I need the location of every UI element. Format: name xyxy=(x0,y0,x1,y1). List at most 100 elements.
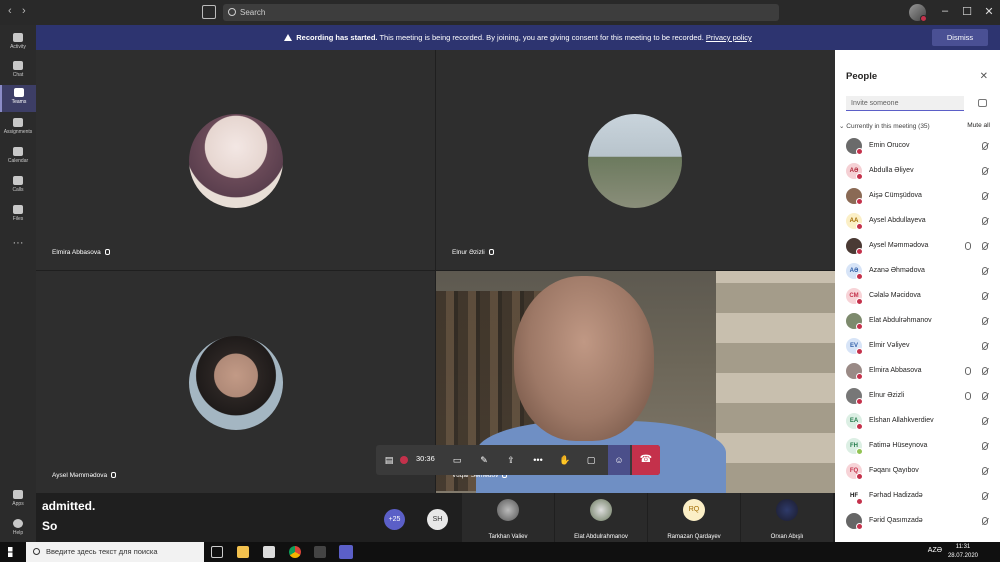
rail-item-files[interactable]: Files xyxy=(0,202,36,229)
pin-icon[interactable] xyxy=(965,392,971,400)
participant-row[interactable]: HF Fərhad Hadizadə xyxy=(835,484,1000,509)
camera-off-button[interactable]: ▭ xyxy=(450,453,464,467)
teams-taskbar-icon[interactable] xyxy=(339,545,353,559)
mic-muted-icon[interactable] xyxy=(982,267,988,275)
mic-muted-icon[interactable] xyxy=(982,392,988,400)
clock[interactable]: 11:31 28.07.2020 xyxy=(948,543,978,561)
strip-participant[interactable]: RQ Ramazan Qardayev xyxy=(648,493,740,542)
strip-participant[interactable]: Orxan Abışlı xyxy=(741,493,833,542)
strip-participant[interactable]: Elat Abdulrahmanov xyxy=(555,493,647,542)
mute-all-button[interactable]: Mute all xyxy=(967,122,990,129)
dismiss-button[interactable]: Dismiss xyxy=(932,29,988,46)
live-caption: admitted. So xyxy=(42,496,95,536)
participant-initials-badge[interactable]: SH xyxy=(427,509,448,530)
rail-item-calls[interactable]: Calls xyxy=(0,173,36,200)
mic-muted-icon[interactable] xyxy=(982,417,988,425)
invite-input[interactable]: Invite someone xyxy=(846,96,964,111)
taskbar-search[interactable]: Введите здесь текст для поиска xyxy=(26,542,204,562)
pin-icon[interactable] xyxy=(965,367,971,375)
mic-muted-icon[interactable] xyxy=(982,142,988,150)
share-invite-icon[interactable] xyxy=(978,99,987,107)
mic-muted-icon[interactable] xyxy=(982,317,988,325)
rail-item-calendar[interactable]: Calendar xyxy=(0,144,36,171)
search-placeholder: Search xyxy=(240,8,266,17)
store-icon[interactable] xyxy=(263,546,275,558)
compose-icon[interactable] xyxy=(202,5,216,19)
mic-muted-icon[interactable] xyxy=(982,217,988,225)
search-input[interactable]: Search xyxy=(223,4,779,21)
more-apps-icon[interactable]: ··· xyxy=(0,233,36,260)
participant-row[interactable]: Aişə Cümşüdova xyxy=(835,184,1000,209)
chat-button[interactable]: ▢ xyxy=(584,453,598,467)
captions-icon[interactable]: ▤ xyxy=(382,453,396,467)
mic-muted-icon[interactable] xyxy=(982,442,988,450)
raise-hand-button[interactable]: ✋ xyxy=(558,453,572,467)
participant-row[interactable]: Aysel Məmmədova xyxy=(835,234,1000,259)
avatar: AƏ xyxy=(846,163,863,180)
participant-row[interactable]: FQ Fəqanı Qayıbov xyxy=(835,459,1000,484)
minimize-button[interactable]: – xyxy=(938,5,952,17)
participant-row[interactable]: AƏ Abdulla Əliyev xyxy=(835,159,1000,184)
hang-up-button[interactable]: ☎ xyxy=(632,445,660,475)
back-icon[interactable]: ‹ xyxy=(8,5,12,17)
app-icon[interactable] xyxy=(314,546,326,558)
participant-row[interactable]: EA Elshan Allahkverdiev xyxy=(835,409,1000,434)
mic-muted-icon[interactable] xyxy=(982,192,988,200)
participant-row[interactable]: FH Fatimə Hüseynova xyxy=(835,434,1000,459)
maximize-button[interactable]: ☐ xyxy=(960,5,974,18)
more-actions-button[interactable]: ••• xyxy=(531,453,545,467)
participant-row[interactable]: EV Elmir Vəliyev xyxy=(835,334,1000,359)
mic-muted-icon[interactable] xyxy=(982,467,988,475)
participant-row[interactable]: Elmira Abbasova xyxy=(835,359,1000,384)
participant-name: Azanə Əhmədova xyxy=(869,267,925,274)
participant-row[interactable]: Elnur Əzizli xyxy=(835,384,1000,409)
participant-row[interactable]: AƏ Azanə Əhmədova xyxy=(835,259,1000,284)
participant-row[interactable]: Fərid Qasımzadə xyxy=(835,509,1000,534)
close-icon[interactable]: ✕ xyxy=(980,71,988,82)
forward-icon[interactable]: › xyxy=(22,5,26,17)
language-indicator[interactable]: AZƏ xyxy=(928,547,942,554)
mic-muted-icon[interactable] xyxy=(982,242,988,250)
mic-muted-icon[interactable] xyxy=(982,167,988,175)
overflow-participants-badge[interactable]: +25 xyxy=(384,509,405,530)
chrome-icon[interactable] xyxy=(289,546,301,558)
mic-muted-icon[interactable] xyxy=(982,292,988,300)
rail-item-teams[interactable]: Teams xyxy=(0,85,36,112)
mic-muted-icon[interactable] xyxy=(982,517,988,525)
recording-banner: Recording has started. This meeting is b… xyxy=(36,25,1000,50)
rail-item-help[interactable]: Help xyxy=(0,516,36,543)
participant-row[interactable]: Elat Abdulrəhmanov xyxy=(835,309,1000,334)
mic-muted-icon[interactable] xyxy=(982,367,988,375)
rail-item-apps[interactable]: Apps xyxy=(0,487,36,514)
strip-participant[interactable]: Tarkhan Valiev xyxy=(462,493,554,542)
rail-item-activity[interactable]: Activity xyxy=(0,30,36,57)
start-icon[interactable] xyxy=(8,547,13,557)
banner-text: This meeting is being recorded. By joini… xyxy=(377,33,704,42)
rail-item-chat[interactable]: Chat xyxy=(0,58,36,85)
video-tile[interactable]: Elmira Abbasova xyxy=(36,50,435,270)
avatar[interactable] xyxy=(909,4,927,22)
task-view-icon[interactable] xyxy=(211,546,223,558)
privacy-policy-link[interactable]: Privacy policy xyxy=(706,33,752,42)
pin-icon[interactable] xyxy=(965,242,971,250)
mute-button[interactable]: ✎ xyxy=(477,453,491,467)
participant-name: Elat Abdulrəhmanov xyxy=(869,317,932,324)
participant-name: Fəqanı Qayıbov xyxy=(869,467,919,474)
participants-section-header[interactable]: ⌄ Currently in this meeting (35) xyxy=(839,122,930,130)
file-explorer-icon[interactable] xyxy=(237,546,249,558)
phone-icon xyxy=(13,176,23,185)
rail-item-assignments[interactable]: Assignments xyxy=(0,115,36,142)
share-screen-button[interactable]: ⇪ xyxy=(504,453,518,467)
show-participants-button[interactable]: ☺ xyxy=(608,445,630,475)
mic-muted-icon[interactable] xyxy=(982,342,988,350)
participant-row[interactable]: AA Aysel Abdullayeva xyxy=(835,209,1000,234)
video-tile[interactable]: Elnur Əzizli xyxy=(436,50,835,270)
participant-name: Elshan Allahkverdiev xyxy=(869,417,934,424)
avatar xyxy=(189,114,283,208)
participant-row[interactable]: Emin Orucov xyxy=(835,134,1000,159)
close-window-button[interactable]: ✕ xyxy=(982,5,996,18)
participant-row[interactable]: CM Cəlalə Məcidova xyxy=(835,284,1000,309)
help-icon xyxy=(13,519,23,528)
mic-muted-icon[interactable] xyxy=(982,492,988,500)
call-controls: ▤ 30:36 ▭ ✎ ⇪ ••• ✋ ▢ ☺ ☎ xyxy=(376,445,660,475)
